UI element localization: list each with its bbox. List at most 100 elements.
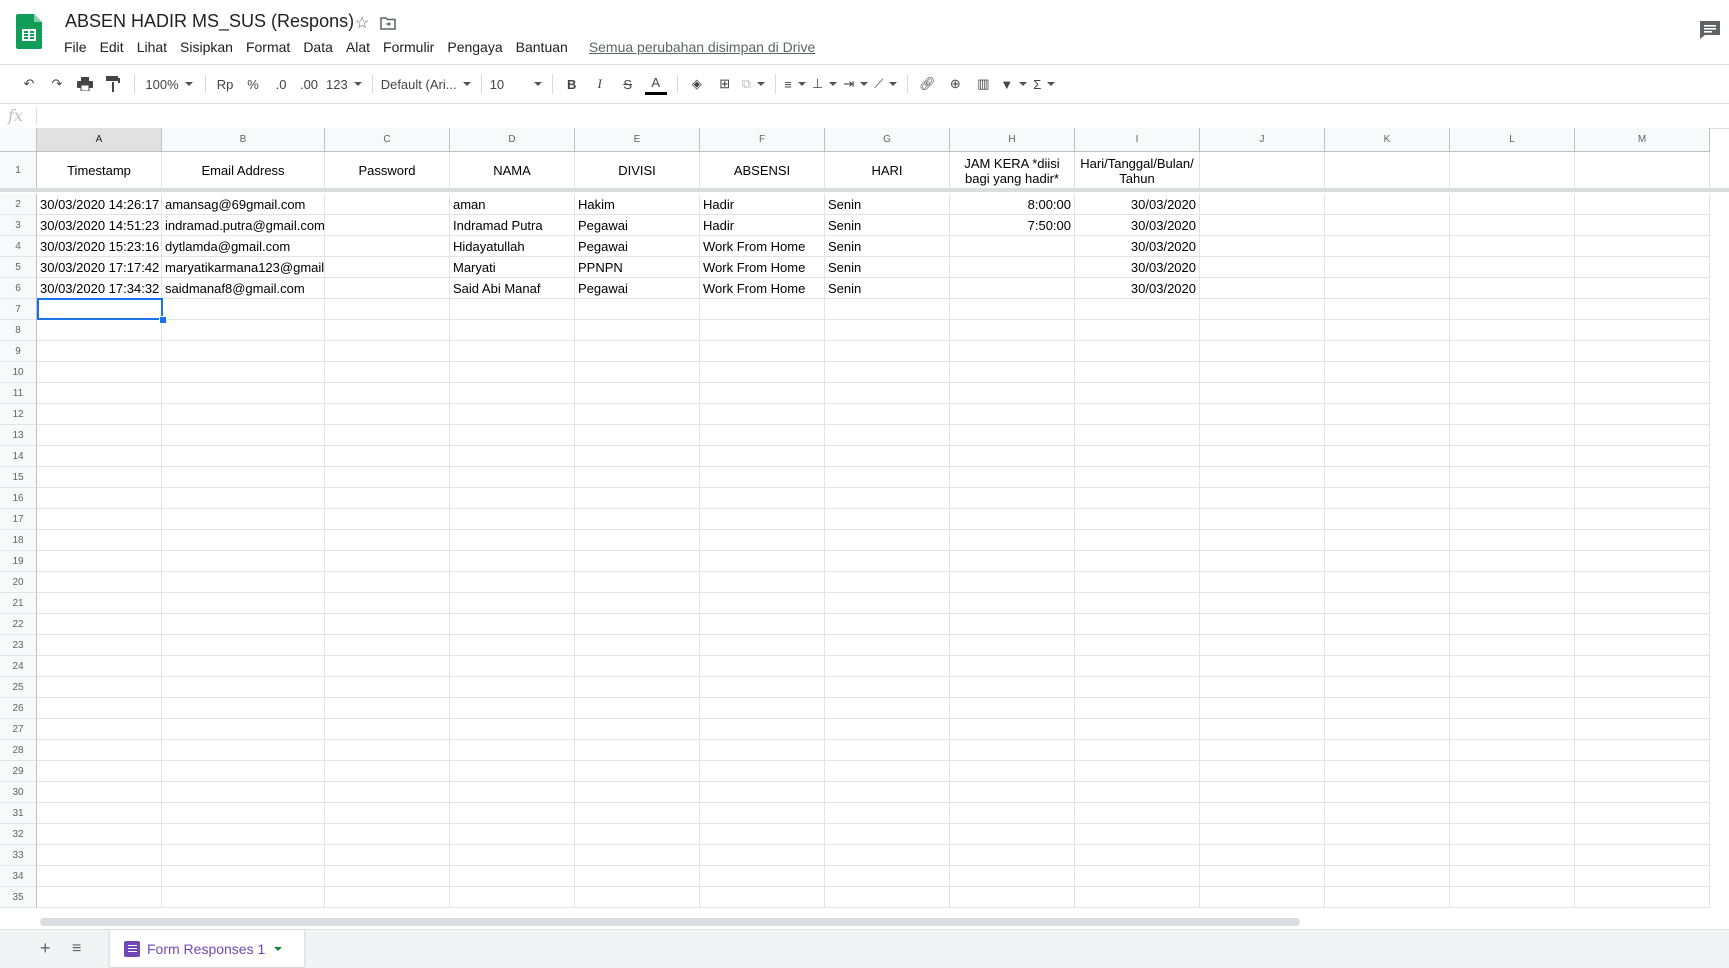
cell[interactable] xyxy=(575,887,700,908)
cell[interactable] xyxy=(700,446,825,467)
cell[interactable] xyxy=(325,362,450,383)
cell[interactable] xyxy=(950,845,1075,866)
cell[interactable] xyxy=(37,341,162,362)
fill-color-icon[interactable]: ◈ xyxy=(686,72,708,96)
cell[interactable] xyxy=(1075,383,1200,404)
cell[interactable] xyxy=(1325,509,1450,530)
cell[interactable]: Pegawai xyxy=(575,236,700,257)
cell[interactable] xyxy=(1575,719,1710,740)
cell[interactable] xyxy=(825,782,950,803)
cell[interactable] xyxy=(1325,866,1450,887)
cell[interactable] xyxy=(1075,677,1200,698)
row-number[interactable]: 17 xyxy=(0,509,37,530)
cell[interactable] xyxy=(37,488,162,509)
header-cell[interactable] xyxy=(1200,152,1325,190)
row-number[interactable]: 33 xyxy=(0,845,37,866)
cell[interactable] xyxy=(575,803,700,824)
comment-icon[interactable] xyxy=(1699,20,1721,40)
cell[interactable] xyxy=(1075,404,1200,425)
insert-comment-icon[interactable]: ⊕ xyxy=(944,72,966,96)
cell[interactable] xyxy=(1325,593,1450,614)
cell[interactable] xyxy=(450,593,575,614)
cell[interactable] xyxy=(950,887,1075,908)
cell[interactable] xyxy=(325,215,450,236)
cell[interactable] xyxy=(825,803,950,824)
cell[interactable] xyxy=(700,761,825,782)
header-cell[interactable]: NAMA xyxy=(450,152,575,190)
cell[interactable] xyxy=(1575,593,1710,614)
cell[interactable] xyxy=(1450,782,1575,803)
cell[interactable] xyxy=(1075,635,1200,656)
cell[interactable] xyxy=(950,719,1075,740)
cell[interactable] xyxy=(1075,866,1200,887)
cell[interactable] xyxy=(162,824,325,845)
cell[interactable] xyxy=(700,656,825,677)
cell[interactable] xyxy=(1325,362,1450,383)
cell[interactable] xyxy=(700,320,825,341)
cell[interactable] xyxy=(1200,509,1325,530)
cell[interactable] xyxy=(825,446,950,467)
cell[interactable] xyxy=(700,824,825,845)
cell[interactable] xyxy=(1325,488,1450,509)
row-number[interactable]: 31 xyxy=(0,803,37,824)
cell[interactable] xyxy=(325,635,450,656)
cell[interactable] xyxy=(325,656,450,677)
redo-icon[interactable]: ↷ xyxy=(46,72,68,96)
cell[interactable] xyxy=(37,677,162,698)
insert-link-icon[interactable]: 🔗︎ xyxy=(916,72,938,96)
row-number[interactable]: 16 xyxy=(0,488,37,509)
row-number[interactable]: 20 xyxy=(0,572,37,593)
strikethrough-icon[interactable]: S xyxy=(617,72,639,96)
cell[interactable] xyxy=(450,425,575,446)
currency-format-button[interactable]: Rp xyxy=(214,72,236,96)
cell[interactable] xyxy=(1450,824,1575,845)
cell[interactable] xyxy=(1575,845,1710,866)
cell[interactable] xyxy=(450,551,575,572)
cell[interactable] xyxy=(325,236,450,257)
cell[interactable] xyxy=(1450,383,1575,404)
cell[interactable] xyxy=(1450,509,1575,530)
cell[interactable] xyxy=(450,404,575,425)
row-number[interactable]: 23 xyxy=(0,635,37,656)
zoom-select[interactable]: 100% xyxy=(143,72,195,96)
row-number[interactable]: 4 xyxy=(0,236,37,257)
cell[interactable] xyxy=(1575,446,1710,467)
cell[interactable] xyxy=(162,887,325,908)
cell[interactable] xyxy=(450,887,575,908)
cell[interactable] xyxy=(1575,299,1710,320)
cell[interactable] xyxy=(1075,446,1200,467)
cell[interactable] xyxy=(162,509,325,530)
cell[interactable] xyxy=(1575,887,1710,908)
cell[interactable]: Senin xyxy=(825,236,950,257)
cell[interactable] xyxy=(1575,425,1710,446)
cell[interactable] xyxy=(575,530,700,551)
cell[interactable] xyxy=(1200,425,1325,446)
cell[interactable] xyxy=(825,677,950,698)
cell[interactable]: Hadir xyxy=(700,215,825,236)
cell[interactable] xyxy=(1075,362,1200,383)
sheet-tab-form-responses[interactable]: Form Responses 1 xyxy=(110,930,304,967)
insert-chart-icon[interactable]: ▥ xyxy=(972,72,994,96)
menu-edit[interactable]: Edit xyxy=(100,39,124,55)
column-header-f[interactable]: F xyxy=(700,128,825,152)
cell[interactable] xyxy=(700,593,825,614)
cell[interactable] xyxy=(1450,761,1575,782)
cell[interactable] xyxy=(1325,278,1450,299)
cell[interactable] xyxy=(950,635,1075,656)
cell[interactable] xyxy=(450,803,575,824)
cell[interactable] xyxy=(950,551,1075,572)
cell[interactable] xyxy=(950,698,1075,719)
cell[interactable] xyxy=(1450,803,1575,824)
row-number[interactable]: 5 xyxy=(0,257,37,278)
cell[interactable] xyxy=(1075,803,1200,824)
menu-help[interactable]: Bantuan xyxy=(516,39,568,55)
cell[interactable] xyxy=(450,467,575,488)
cell[interactable] xyxy=(825,341,950,362)
cell[interactable] xyxy=(700,866,825,887)
cell[interactable] xyxy=(825,656,950,677)
cell[interactable] xyxy=(1575,740,1710,761)
cell[interactable] xyxy=(950,761,1075,782)
cell[interactable] xyxy=(1325,467,1450,488)
cell[interactable] xyxy=(575,593,700,614)
cell[interactable] xyxy=(1325,845,1450,866)
